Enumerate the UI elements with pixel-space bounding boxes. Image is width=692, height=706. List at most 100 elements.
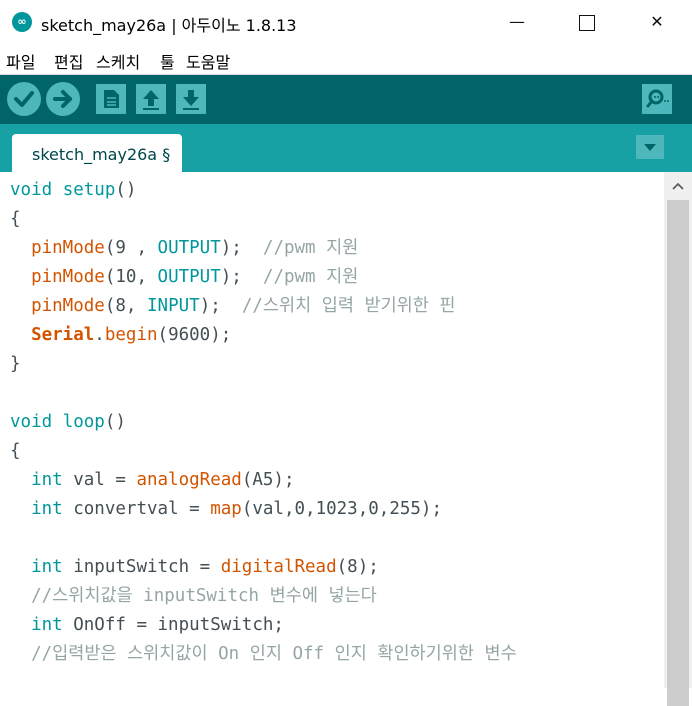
serial-monitor-icon <box>646 89 669 108</box>
code-line: pinMode(8, INPUT); //스위치 입력 받기위한 핀 <box>10 292 456 321</box>
code-token: analogRead <box>136 470 242 490</box>
upload-button[interactable] <box>46 82 80 116</box>
minimize-button[interactable]: — <box>494 0 540 44</box>
code-token: . <box>94 325 105 345</box>
code-line: //입력받은 스위치값이 On 인지 Off 인지 확인하기위한 변수 <box>10 640 517 669</box>
code-line: { <box>10 205 21 234</box>
code-line: } <box>10 350 21 379</box>
code-line: { <box>10 437 21 466</box>
scroll-up-button[interactable] <box>664 172 692 200</box>
serial-monitor-button[interactable] <box>642 84 672 114</box>
code-token: loop <box>62 412 105 432</box>
menu-edit[interactable]: 편집 <box>54 49 83 73</box>
menu-help[interactable]: 도움말 <box>186 49 230 73</box>
code-token: digitalRead <box>220 557 337 577</box>
code-line: int inputSwitch = digitalRead(8); <box>10 553 379 582</box>
code-token: OUTPUT <box>157 238 221 258</box>
code-token: () <box>115 180 137 200</box>
save-button[interactable] <box>176 84 206 114</box>
open-button[interactable] <box>136 84 166 114</box>
scroll-thumb[interactable] <box>667 200 689 706</box>
new-sketch-button[interactable] <box>96 84 126 114</box>
code-token: pinMode <box>31 296 105 316</box>
code-token: void <box>10 180 53 200</box>
toolbar <box>0 75 692 124</box>
menu-tools[interactable]: 툴 <box>160 49 175 73</box>
code-token: (8); <box>336 557 379 577</box>
code-editor[interactable]: void setup(){ pinMode(9 , OUTPUT); //pwm… <box>0 172 664 688</box>
code-token: () <box>104 412 126 432</box>
code-token: OnOff = inputSwitch; <box>62 615 284 635</box>
code-line: void loop() <box>10 408 126 437</box>
title-bar: ∞ sketch_may26a | 아두이노 1.8.13 — ✕ <box>0 0 692 44</box>
window-title: sketch_may26a | 아두이노 1.8.13 <box>41 16 297 35</box>
code-token: int <box>31 615 63 635</box>
tab-menu-button[interactable] <box>636 135 664 159</box>
code-token: int <box>31 557 63 577</box>
maximize-icon <box>579 14 595 31</box>
new-icon <box>104 90 119 108</box>
save-icon <box>183 90 199 110</box>
code-token: map <box>210 499 242 519</box>
code-token: (10, <box>104 267 158 287</box>
tab-sketch[interactable]: sketch_may26a § <box>12 134 182 172</box>
code-token: //pwm 지원 <box>262 238 359 258</box>
code-token: pinMode <box>31 238 105 258</box>
code-token: (9600); <box>157 325 232 345</box>
menu-sketch[interactable]: 스케치 <box>96 49 140 73</box>
code-line: int OnOff = inputSwitch; <box>10 611 284 640</box>
tab-label: sketch_may26a § <box>32 145 171 164</box>
code-token: begin <box>104 325 158 345</box>
code-line: pinMode(10, OUTPUT); //pwm 지원 <box>10 263 358 292</box>
code-token: { <box>10 441 21 461</box>
code-token: (9 , <box>104 238 158 258</box>
code-token: //pwm 지원 <box>262 267 359 287</box>
arduino-logo-icon: ∞ <box>12 12 32 32</box>
maximize-button[interactable] <box>564 0 610 44</box>
upload-icon <box>53 90 72 108</box>
code-token: inputSwitch = <box>62 557 221 577</box>
code-line: int convertval = map(val,0,1023,0,255); <box>10 495 442 524</box>
chevron-up-icon <box>672 182 684 190</box>
code-token: convertval = <box>62 499 211 519</box>
close-button[interactable]: ✕ <box>634 0 680 44</box>
code-line: int val = analogRead(A5); <box>10 466 295 495</box>
code-line: pinMode(9 , OUTPUT); //pwm 지원 <box>10 234 358 263</box>
code-token: val = <box>62 470 137 490</box>
code-token: { <box>10 209 21 229</box>
vertical-scrollbar[interactable] <box>664 172 692 706</box>
code-token: INPUT <box>147 296 200 316</box>
code-token: ); <box>220 267 263 287</box>
tab-bar: sketch_may26a § <box>0 124 692 172</box>
code-token: (val,0,1023,0,255); <box>241 499 442 519</box>
code-token: pinMode <box>31 267 105 287</box>
code-token: } <box>10 354 21 374</box>
code-token: //스위치값을 inputSwitch 변수에 넣는다 <box>31 586 377 606</box>
code-line: //스위치값을 inputSwitch 변수에 넣는다 <box>10 582 377 611</box>
code-token: //스위치 입력 받기위한 핀 <box>241 296 456 316</box>
code-line: void setup() <box>10 176 136 205</box>
code-token: (8, <box>104 296 147 316</box>
verify-button[interactable] <box>7 82 41 116</box>
menu-bar: 파일 편집 스케치 툴 도움말 <box>0 44 692 75</box>
code-line: Serial.begin(9600); <box>10 321 231 350</box>
code-token: void <box>10 412 53 432</box>
code-token: OUTPUT <box>157 267 221 287</box>
code-token: ); <box>199 296 242 316</box>
code-token: int <box>31 499 63 519</box>
menu-file[interactable]: 파일 <box>6 49 35 73</box>
code-token: (A5); <box>241 470 295 490</box>
code-token: Serial <box>31 325 95 345</box>
code-token: ); <box>220 238 263 258</box>
verify-icon <box>14 91 34 107</box>
